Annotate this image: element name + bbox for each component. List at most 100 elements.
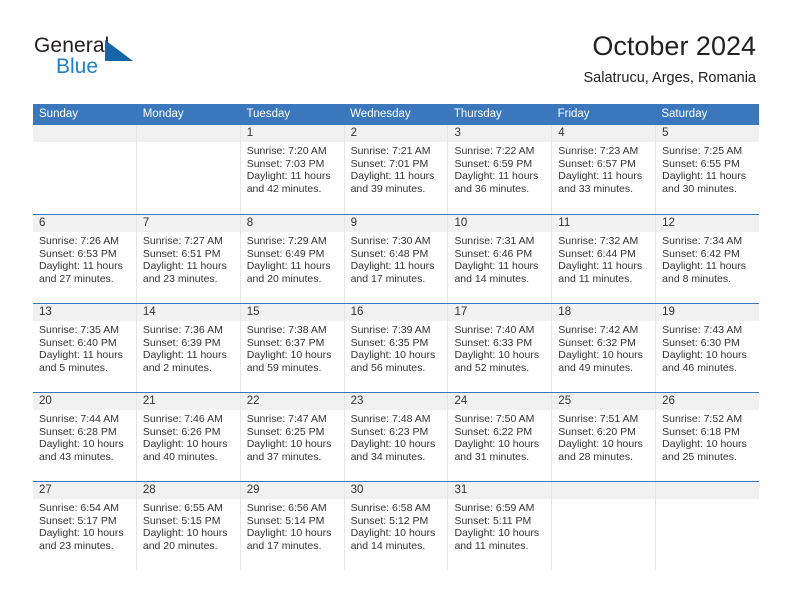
page-subtitle: Salatrucu, Arges, Romania — [583, 70, 756, 86]
sunrise-text: Sunrise: 6:54 AM — [39, 502, 119, 514]
sunset-text: Sunset: 6:44 PM — [558, 247, 636, 260]
day-cell[interactable]: 16 Sunrise: 7:39 AM Sunset: 6:35 PM Dayligh… — [343, 304, 448, 392]
sunrise-text: Sunrise: 7:51 AM — [558, 413, 639, 425]
calendar-page: General Blue October 2024 Salatrucu, Arg… — [0, 0, 792, 612]
weekday-header-friday: Friday — [557, 108, 590, 120]
day-number — [136, 125, 240, 142]
sunset-text: Sunset: 7:03 PM — [246, 157, 325, 170]
day-details: Sunrise: 7:50 AM Sunset: 6:22 PM Daylight:… — [448, 410, 551, 463]
daylight-text: Daylight: 11 hours and 42 minutes. — [246, 170, 331, 195]
daylight-text: Daylight: 10 hours and 34 minutes. — [350, 438, 436, 463]
day-cell[interactable]: 30 Sunrise: 6:58 AM Sunset: 5:12 PM Dayligh… — [343, 482, 448, 570]
sunrise-text: Sunrise: 7:27 AM — [142, 235, 223, 247]
sunset-text: Sunset: 6:49 PM — [246, 247, 325, 260]
daylight-text: Daylight: 10 hours and 59 minutes. — [246, 349, 332, 374]
daylight-text: Daylight: 11 hours and 30 minutes. — [662, 170, 747, 195]
day-cell[interactable]: 13 Sunrise: 7:35 AM Sunset: 6:40 PM Dayligh… — [33, 304, 136, 392]
day-cell[interactable]: 11 Sunrise: 7:32 AM Sunset: 6:44 PM Dayligh… — [551, 215, 656, 303]
day-details: Sunrise: 6:56 AM Sunset: 5:14 PM Daylight:… — [241, 499, 344, 552]
sunrise-text: Sunrise: 7:35 AM — [39, 324, 119, 336]
day-cell[interactable]: 12 Sunrise: 7:34 AM Sunset: 6:42 PM Dayligh… — [655, 215, 760, 303]
day-details: Sunrise: 6:55 AM Sunset: 5:15 PM Daylight:… — [137, 499, 240, 552]
daylight-text: Daylight: 11 hours and 23 minutes. — [142, 260, 227, 285]
day-cell[interactable]: 4 Sunrise: 7:23 AM Sunset: 6:57 PM Daylight… — [551, 125, 656, 214]
day-cell[interactable]: 3 Sunrise: 7:22 AM Sunset: 6:59 PM Daylight… — [447, 125, 552, 214]
weekday-header-thursday: Thursday — [453, 108, 502, 120]
day-cell[interactable]: 9 Sunrise: 7:30 AM Sunset: 6:48 PM Daylight… — [343, 215, 448, 303]
day-number: 10 — [448, 215, 552, 232]
day-details: Sunrise: 7:34 AM Sunset: 6:42 PM Daylight:… — [656, 232, 759, 285]
day-number: 24 — [448, 393, 552, 410]
calendar-week-row: 6 Sunrise: 7:26 AM Sunset: 6:53 PM Daylight… — [33, 214, 760, 303]
day-cell[interactable]: 6 Sunrise: 7:26 AM Sunset: 6:53 PM Daylight… — [33, 215, 136, 303]
day-cell[interactable]: 26 Sunrise: 7:52 AM Sunset: 6:18 PM Dayligh… — [655, 393, 760, 481]
calendar-grid: Sunday Monday Tuesday Wednesday Thursday Frid… — [33, 104, 760, 570]
sunset-text: Sunset: 6:37 PM — [246, 336, 325, 349]
sunset-text: Sunset: 6:20 PM — [558, 425, 636, 438]
day-number: 4 — [552, 125, 656, 142]
day-details: Sunrise: 7:47 AM Sunset: 6:25 PM Daylight:… — [241, 410, 344, 463]
calendar-week-row: 1 Sunrise: 7:20 AM Sunset: 7:03 PM Daylight… — [33, 125, 760, 214]
day-cell[interactable]: 7 Sunrise: 7:27 AM Sunset: 6:51 PM Daylight… — [135, 215, 240, 303]
sunrise-text: Sunrise: 7:38 AM — [246, 324, 327, 336]
day-cell[interactable]: 28 Sunrise: 6:55 AM Sunset: 5:15 PM Dayligh… — [135, 482, 240, 570]
day-cell[interactable]: 18 Sunrise: 7:42 AM Sunset: 6:32 PM Dayligh… — [551, 304, 656, 392]
day-cell[interactable]: 1 Sunrise: 7:20 AM Sunset: 7:03 PM Daylight… — [239, 125, 344, 214]
sunrise-text: Sunrise: 7:50 AM — [454, 413, 535, 425]
sunset-text: Sunset: 5:14 PM — [246, 514, 325, 527]
day-cell[interactable]: 29 Sunrise: 6:56 AM Sunset: 5:14 PM Dayligh… — [239, 482, 344, 570]
day-cell[interactable]: 17 Sunrise: 7:40 AM Sunset: 6:33 PM Dayligh… — [447, 304, 552, 392]
general-blue-logo[interactable]: General Blue — [34, 34, 154, 84]
sunset-text: Sunset: 6:48 PM — [350, 247, 429, 260]
weekday-header-monday: Monday — [142, 108, 184, 120]
day-cell[interactable]: 23 Sunrise: 7:48 AM Sunset: 6:23 PM Dayligh… — [343, 393, 448, 481]
day-cell[interactable]: 14 Sunrise: 7:36 AM Sunset: 6:39 PM Dayligh… — [135, 304, 240, 392]
day-cell[interactable]: 24 Sunrise: 7:50 AM Sunset: 6:22 PM Dayligh… — [447, 393, 552, 481]
day-number: 31 — [448, 482, 552, 499]
day-number: 13 — [33, 304, 136, 321]
sunrise-text: Sunrise: 7:20 AM — [246, 145, 327, 157]
day-cell[interactable]: 5 Sunrise: 7:25 AM Sunset: 6:55 PM Daylight… — [655, 125, 760, 214]
day-cell[interactable]: 15 Sunrise: 7:38 AM Sunset: 6:37 PM Dayligh… — [239, 304, 344, 392]
day-cell[interactable]: 2 Sunrise: 7:21 AM Sunset: 7:01 PM Daylight… — [343, 125, 448, 214]
page-title: October 2024 — [592, 31, 756, 61]
sunrise-text: Sunrise: 6:59 AM — [454, 502, 535, 514]
day-number: 19 — [656, 304, 760, 321]
sunset-text: Sunset: 6:30 PM — [662, 336, 740, 349]
sunrise-text: Sunrise: 7:47 AM — [246, 413, 327, 425]
daylight-text: Daylight: 11 hours and 5 minutes. — [39, 349, 123, 374]
sunrise-text: Sunrise: 7:34 AM — [662, 235, 743, 247]
sunrise-text: Sunrise: 7:29 AM — [246, 235, 327, 247]
daylight-text: Daylight: 10 hours and 43 minutes. — [39, 438, 124, 463]
day-details: Sunrise: 7:44 AM Sunset: 6:28 PM Daylight:… — [33, 410, 136, 463]
day-cell[interactable]: 27 Sunrise: 6:54 AM Sunset: 5:17 PM Dayligh… — [33, 482, 136, 570]
day-cell[interactable]: 10 Sunrise: 7:31 AM Sunset: 6:46 PM Dayligh… — [447, 215, 552, 303]
day-number: 6 — [33, 215, 136, 232]
day-cell[interactable]: 21 Sunrise: 7:46 AM Sunset: 6:26 PM Dayligh… — [135, 393, 240, 481]
daylight-text: Daylight: 11 hours and 14 minutes. — [454, 260, 539, 285]
day-details: Sunrise: 7:29 AM Sunset: 6:49 PM Daylight:… — [241, 232, 344, 285]
sunset-text: Sunset: 5:17 PM — [39, 514, 117, 527]
day-number: 25 — [552, 393, 656, 410]
day-cell[interactable]: 22 Sunrise: 7:47 AM Sunset: 6:25 PM Dayligh… — [239, 393, 344, 481]
sunrise-text: Sunrise: 7:46 AM — [142, 413, 223, 425]
sunset-text: Sunset: 5:11 PM — [454, 514, 532, 527]
day-number: 14 — [136, 304, 240, 321]
sunrise-text: Sunrise: 6:56 AM — [246, 502, 327, 514]
day-cell[interactable]: 31 Sunrise: 6:59 AM Sunset: 5:11 PM Dayligh… — [447, 482, 552, 570]
daylight-text: Daylight: 11 hours and 39 minutes. — [350, 170, 435, 195]
weekday-header-wednesday: Wednesday — [350, 108, 411, 120]
day-cell[interactable]: 8 Sunrise: 7:29 AM Sunset: 6:49 PM Daylight… — [239, 215, 344, 303]
day-details: Sunrise: 6:54 AM Sunset: 5:17 PM Daylight:… — [33, 499, 136, 552]
day-cell[interactable]: 19 Sunrise: 7:43 AM Sunset: 6:30 PM Dayligh… — [655, 304, 760, 392]
day-cell[interactable]: 25 Sunrise: 7:51 AM Sunset: 6:20 PM Dayligh… — [551, 393, 656, 481]
day-number: 17 — [448, 304, 552, 321]
sunrise-text: Sunrise: 7:40 AM — [454, 324, 535, 336]
sunrise-text: Sunrise: 7:26 AM — [39, 235, 119, 247]
day-number: 8 — [240, 215, 344, 232]
day-cell[interactable]: 20 Sunrise: 7:44 AM Sunset: 6:28 PM Dayligh… — [33, 393, 136, 481]
day-number — [33, 125, 136, 142]
daylight-text: Daylight: 11 hours and 33 minutes. — [558, 170, 643, 195]
sunset-text: Sunset: 6:23 PM — [350, 425, 429, 438]
calendar-week-row: 13 Sunrise: 7:35 AM Sunset: 6:40 PM Dayligh… — [33, 303, 760, 392]
